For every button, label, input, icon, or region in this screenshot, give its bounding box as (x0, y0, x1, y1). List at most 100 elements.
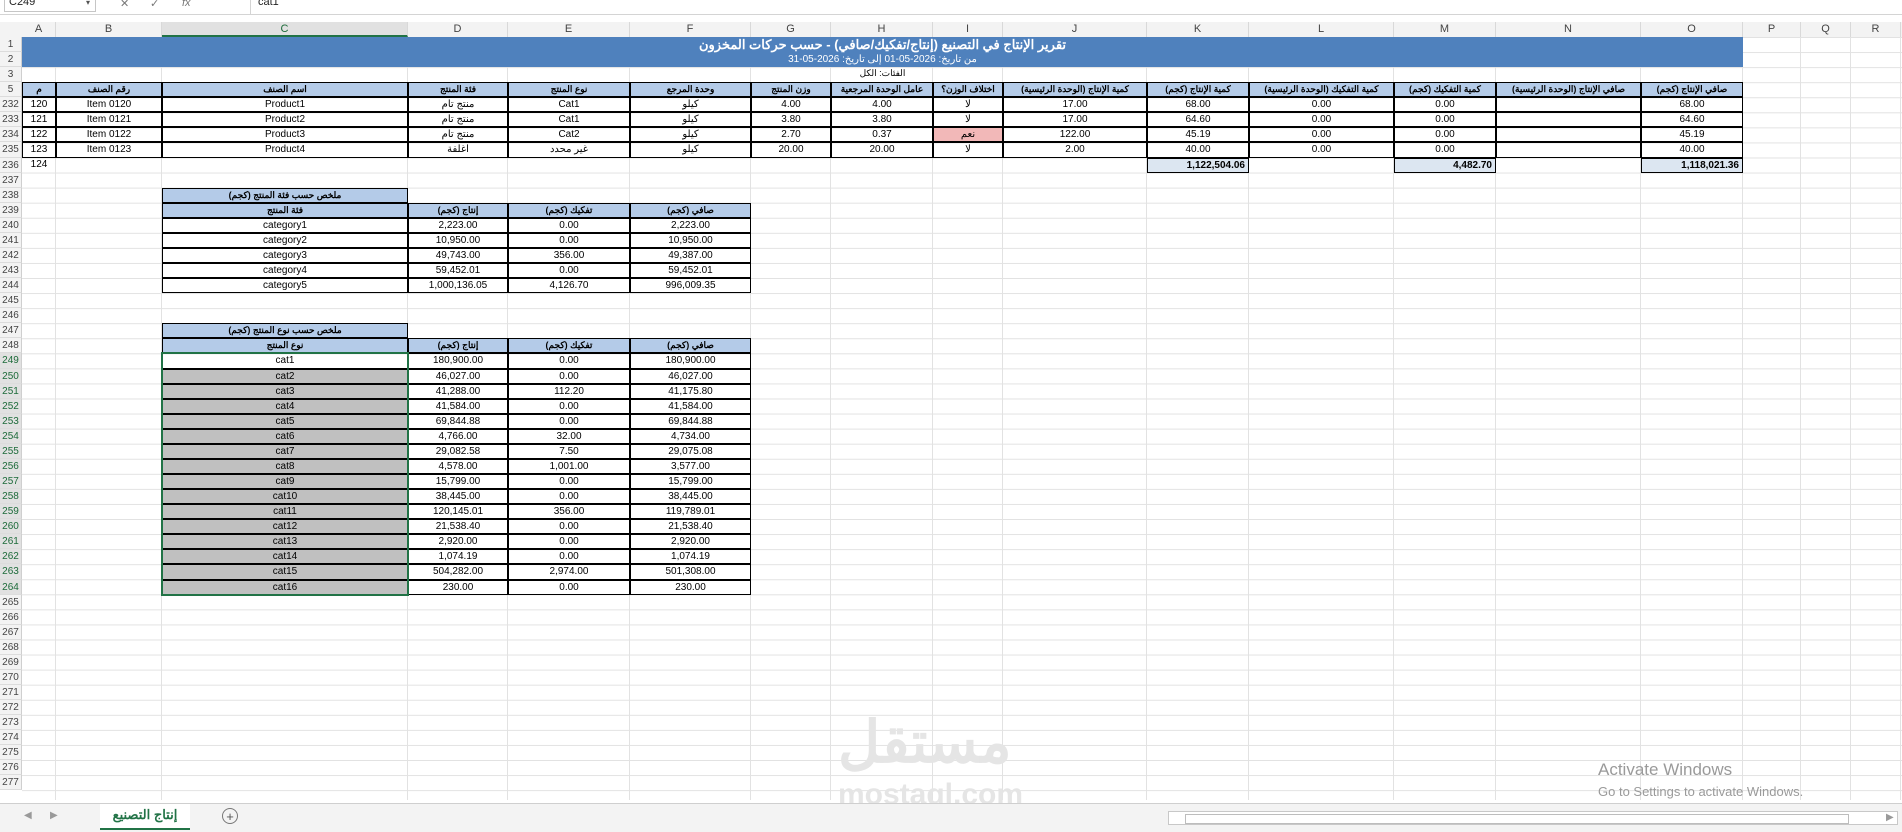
table-cell[interactable]: Item 0120 (56, 97, 162, 113)
report-title-block[interactable]: تقرير الإنتاج في التصنيع (إنتاج/تفكيك/صا… (22, 37, 1743, 67)
scroll-right-icon[interactable]: ▶ (1886, 812, 1894, 823)
table-cell[interactable]: Cat2 (508, 127, 630, 143)
summary-cell[interactable]: 230.00 (630, 579, 751, 595)
table-cell[interactable]: كيلو (630, 142, 751, 158)
summary-cell[interactable]: 0.00 (508, 263, 630, 279)
row-header[interactable]: 267 (0, 624, 22, 640)
summary-cell[interactable]: 10,950.00 (630, 232, 751, 248)
table-header[interactable]: صافي الإنتاج (كجم) (1641, 82, 1743, 98)
chevron-down-icon[interactable]: ▾ (86, 0, 90, 7)
column-header-A[interactable]: A (22, 22, 56, 37)
table-cell[interactable]: كيلو (630, 127, 751, 143)
summary-cell[interactable]: 59,452.01 (408, 263, 508, 279)
summary-cell[interactable]: 38,445.00 (408, 489, 508, 505)
summary-cell[interactable]: 0.00 (508, 217, 630, 233)
summary-cell[interactable]: 21,538.40 (630, 519, 751, 535)
summary-cell[interactable]: 2,920.00 (630, 534, 751, 550)
row-header[interactable]: 5 (0, 82, 22, 98)
table-cell[interactable]: كيلو (630, 112, 751, 128)
column-header-I[interactable]: I (933, 22, 1003, 37)
row-header[interactable]: 1 (0, 37, 22, 53)
summary-cell[interactable]: 4,126.70 (508, 278, 630, 294)
table-cell[interactable]: 2.00 (1003, 142, 1147, 158)
table-cell[interactable]: Product4 (162, 142, 408, 158)
summary-cell[interactable]: category1 (162, 217, 408, 233)
row-header[interactable]: 264 (0, 579, 22, 595)
row-header[interactable]: 276 (0, 760, 22, 776)
table-cell[interactable]: نعم (933, 127, 1003, 143)
summary-cell[interactable]: 29,075.08 (630, 443, 751, 459)
summary-cell[interactable]: 69,844.88 (630, 413, 751, 429)
row-header[interactable]: 235 (0, 142, 22, 158)
table-cell[interactable]: 3.80 (831, 112, 933, 128)
table-cell[interactable]: 45.19 (1147, 127, 1249, 143)
table-cell[interactable]: Cat1 (508, 112, 630, 128)
row-header[interactable]: 257 (0, 474, 22, 490)
row-header[interactable]: 245 (0, 293, 22, 309)
next-sheet-icon[interactable]: ▶ (50, 810, 58, 821)
row-header[interactable]: 233 (0, 112, 22, 128)
summary-cell[interactable]: 3,577.00 (630, 458, 751, 475)
table-cell[interactable] (1496, 127, 1641, 143)
summary-cell[interactable]: 0.00 (508, 398, 630, 414)
summary-cell[interactable]: 21,538.40 (408, 519, 508, 535)
summary-cell[interactable]: cat15 (162, 564, 408, 580)
summary-cell[interactable]: 0.00 (508, 519, 630, 535)
table-cell[interactable]: منتج تام (408, 127, 508, 143)
row-header[interactable]: 253 (0, 413, 22, 429)
table-cell[interactable]: Item 0121 (56, 112, 162, 128)
row-header[interactable]: 271 (0, 685, 22, 701)
row-header[interactable]: 275 (0, 745, 22, 761)
table-cell[interactable]: 0.00 (1249, 142, 1394, 158)
table-cell[interactable]: Item 0122 (56, 127, 162, 143)
row-header[interactable]: 242 (0, 247, 22, 264)
column-header-M[interactable]: M (1394, 22, 1496, 37)
column-header-K[interactable]: K (1147, 22, 1249, 37)
summary-header[interactable]: تفكيك (كجم) (508, 338, 630, 354)
summary-cell[interactable]: category4 (162, 263, 408, 279)
row-header[interactable]: 232 (0, 97, 22, 113)
summary-cell[interactable]: 49,743.00 (408, 247, 508, 264)
row-header[interactable]: 249 (0, 353, 22, 369)
column-header-Q[interactable]: Q (1801, 22, 1851, 37)
summary-cell[interactable]: category3 (162, 247, 408, 264)
summary-cell[interactable]: category2 (162, 232, 408, 248)
summary-cell[interactable]: 0.00 (508, 474, 630, 490)
summary-cell[interactable]: 1,000,136.05 (408, 278, 508, 294)
summary-header[interactable]: تفكيك (كجم) (508, 202, 630, 218)
table-cell[interactable]: Product3 (162, 127, 408, 143)
formula-input[interactable]: cat1 (258, 0, 279, 8)
table-header[interactable]: رقم الصنف (56, 82, 162, 98)
summary-cell[interactable]: 1,074.19 (630, 549, 751, 565)
table-cell[interactable]: 0.00 (1394, 112, 1496, 128)
summary-cell[interactable]: cat16 (162, 579, 408, 595)
row-header[interactable]: 265 (0, 594, 22, 610)
row-header[interactable]: 2 (0, 52, 22, 68)
summary-cell[interactable]: 41,175.80 (630, 383, 751, 399)
row-header[interactable]: 243 (0, 263, 22, 279)
column-header-E[interactable]: E (508, 22, 630, 37)
table-cell[interactable]: كيلو (630, 97, 751, 113)
summary-cell[interactable]: 0.00 (508, 489, 630, 505)
table-cell[interactable]: منتج تام (408, 97, 508, 113)
row-header[interactable]: 260 (0, 519, 22, 535)
report-categories[interactable]: الفئات: الكل (22, 67, 1743, 82)
table-cell[interactable] (1496, 112, 1641, 128)
row-header[interactable]: 258 (0, 489, 22, 505)
row-header[interactable]: 270 (0, 669, 22, 685)
row-header[interactable]: 263 (0, 564, 22, 580)
name-box[interactable]: C249 (4, 0, 96, 12)
summary-cell[interactable]: 2,223.00 (408, 217, 508, 233)
summary-cell[interactable]: 0.00 (508, 353, 630, 369)
table-cell[interactable]: 20.00 (751, 142, 831, 158)
summary-cell[interactable]: 180,900.00 (630, 353, 751, 369)
summary-cell[interactable]: 2,974.00 (508, 564, 630, 580)
row-header[interactable]: 266 (0, 609, 22, 625)
row-header[interactable]: 238 (0, 187, 22, 203)
summary-cell[interactable]: 7.50 (508, 443, 630, 459)
summary-cell[interactable]: cat12 (162, 519, 408, 535)
table-cell[interactable]: 20.00 (831, 142, 933, 158)
row-header[interactable]: 248 (0, 338, 22, 354)
table-cell[interactable]: 64.60 (1147, 112, 1249, 128)
row-header[interactable]: 251 (0, 383, 22, 399)
